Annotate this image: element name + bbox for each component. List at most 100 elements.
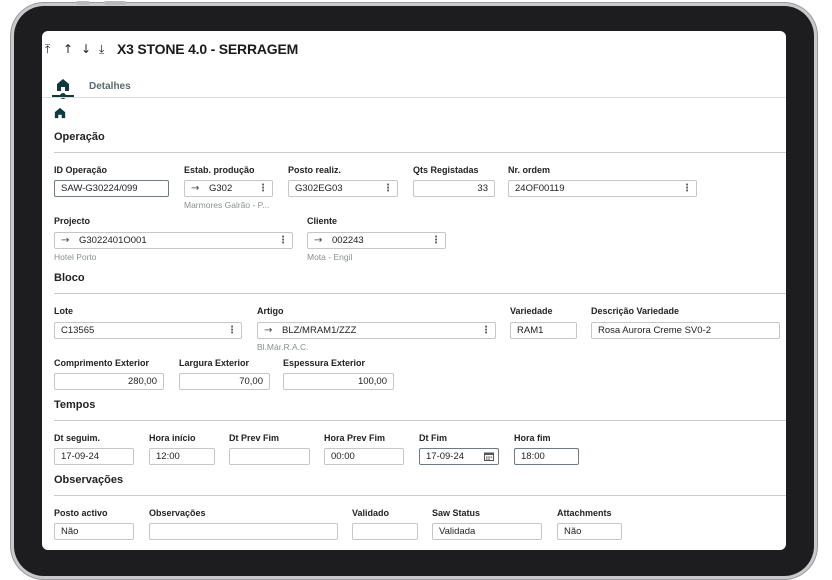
observacoes-field[interactable] xyxy=(149,523,338,540)
hora-prev-fim-label: Hora Prev Fim xyxy=(324,433,386,443)
espessura-exterior-field[interactable]: 100,00 xyxy=(283,373,394,390)
projecto-description: Hotel Porto xyxy=(54,252,97,262)
espessura-exterior-value: 100,00 xyxy=(357,376,387,387)
saw-status-field[interactable]: Validada xyxy=(432,523,542,540)
cliente-value: 002243 xyxy=(332,235,364,246)
attachments-value: Não xyxy=(564,526,582,537)
hora-fim-value: 18:00 xyxy=(521,451,545,462)
volume-button xyxy=(104,1,126,5)
nr-ordem-value: 24OF00119 xyxy=(515,183,565,194)
dt-seguim-value: 17-09-24 xyxy=(61,451,100,462)
dt-fim-field[interactable]: 17-09-24 xyxy=(419,448,499,465)
largura-exterior-label: Largura Exterior xyxy=(179,358,250,368)
artigo-description: Bl.Már.R.A.C. xyxy=(257,342,309,352)
goto-arrow-icon[interactable]: → xyxy=(314,233,322,248)
cliente-field[interactable]: → 002243 ⋮ xyxy=(307,232,446,249)
id-operacao-field[interactable]: SAW-G30224/099 xyxy=(54,180,169,197)
variedade-value: RAM1 xyxy=(517,325,544,336)
largura-exterior-value: 70,00 xyxy=(239,376,263,387)
posto-activo-value: Não xyxy=(61,526,79,537)
dt-prev-fim-field[interactable] xyxy=(229,448,310,465)
active-tab-dot xyxy=(60,93,66,99)
posto-realiz-field[interactable]: G302EG03 ⋮ xyxy=(288,180,398,197)
tab-home-icon[interactable] xyxy=(56,78,70,92)
section-title-bloco: Bloco xyxy=(54,272,85,284)
nr-ordem-label: Nr. ordem xyxy=(508,165,551,175)
attachments-label: Attachments xyxy=(557,508,612,518)
section-title-operacao: Operação xyxy=(54,131,105,143)
qts-registadas-label: Qts Registadas xyxy=(413,165,479,175)
projecto-label: Projecto xyxy=(54,216,91,226)
hora-inicio-label: Hora início xyxy=(149,433,196,443)
goto-arrow-icon[interactable]: → xyxy=(264,323,272,338)
dt-seguim-label: Dt seguim. xyxy=(54,433,101,443)
app-screen: ⤒ ↑ ↓ ⤓ X3 STONE 4.0 - SERRAGEM Detalhes… xyxy=(42,31,786,550)
variedade-label: Variedade xyxy=(510,306,553,316)
more-options-icon[interactable]: ⋮ xyxy=(227,323,237,338)
id-operacao-label: ID Operação xyxy=(54,165,108,175)
dt-prev-fim-label: Dt Prev Fim xyxy=(229,433,280,443)
projecto-value: G3022401O001 xyxy=(79,235,147,246)
qts-registadas-field[interactable]: 33 xyxy=(413,180,495,197)
posto-activo-field[interactable]: Não xyxy=(54,523,134,540)
section-divider xyxy=(54,420,786,421)
last-record-icon[interactable]: ⤓ xyxy=(99,42,104,57)
validado-label: Validado xyxy=(352,508,390,518)
dt-fim-value: 17-09-24 xyxy=(426,451,465,462)
more-options-icon[interactable]: ⋮ xyxy=(278,233,288,248)
tab-divider xyxy=(42,97,786,98)
artigo-label: Artigo xyxy=(257,306,284,316)
section-title-tempos: Tempos xyxy=(54,399,96,411)
variedade-field[interactable]: RAM1 xyxy=(510,322,577,339)
nr-ordem-field[interactable]: 24OF00119 ⋮ xyxy=(508,180,697,197)
more-options-icon[interactable]: ⋮ xyxy=(481,323,491,338)
cliente-label: Cliente xyxy=(307,216,338,226)
more-options-icon[interactable]: ⋮ xyxy=(682,181,692,196)
estab-producao-field[interactable]: → G302 ⋮ xyxy=(184,180,273,197)
more-options-icon[interactable]: ⋮ xyxy=(258,181,268,196)
posto-realiz-value: G302EG03 xyxy=(295,183,343,194)
cliente-description: Mota - Engil xyxy=(307,252,353,262)
goto-arrow-icon[interactable]: → xyxy=(191,181,199,196)
more-options-icon[interactable]: ⋮ xyxy=(431,233,441,248)
previous-record-icon[interactable]: ↑ xyxy=(63,42,73,56)
section-divider xyxy=(54,293,786,294)
descricao-variedade-value: Rosa Aurora Creme SV0-2 xyxy=(598,325,711,336)
hora-fim-label: Hora fim xyxy=(514,433,551,443)
validado-field[interactable] xyxy=(352,523,418,540)
dt-fim-label: Dt Fim xyxy=(419,433,447,443)
dt-seguim-field[interactable]: 17-09-24 xyxy=(54,448,134,465)
projecto-field[interactable]: → G3022401O001 ⋮ xyxy=(54,232,293,249)
comprimento-exterior-value: 280,00 xyxy=(127,376,157,387)
tab-detalhes[interactable]: Detalhes xyxy=(89,81,131,92)
hora-fim-field[interactable]: 18:00 xyxy=(514,448,579,465)
attachments-field[interactable]: Não xyxy=(557,523,622,540)
goto-arrow-icon[interactable]: → xyxy=(61,233,69,248)
artigo-field[interactable]: → BLZ/MRAM1/ZZZ ⋮ xyxy=(257,322,496,339)
comprimento-exterior-field[interactable]: 280,00 xyxy=(54,373,164,390)
observacoes-label: Observações xyxy=(149,508,206,518)
posto-realiz-label: Posto realiz. xyxy=(288,165,342,175)
first-record-icon[interactable]: ⤒ xyxy=(45,42,50,57)
hora-inicio-field[interactable]: 12:00 xyxy=(149,448,215,465)
section-title-observacoes: Observações xyxy=(54,474,124,486)
estab-producao-label: Estab. produção xyxy=(184,165,255,175)
calendar-icon[interactable] xyxy=(484,452,494,461)
hora-prev-fim-field[interactable]: 00:00 xyxy=(324,448,404,465)
qts-registadas-value: 33 xyxy=(477,183,488,194)
saw-status-value: Validada xyxy=(439,526,476,537)
volume-button xyxy=(76,1,90,5)
lote-field[interactable]: C13565 ⋮ xyxy=(54,322,242,339)
id-operacao-value: SAW-G30224/099 xyxy=(61,183,138,194)
next-record-icon[interactable]: ↓ xyxy=(81,42,91,56)
section-divider xyxy=(54,152,786,153)
section-divider xyxy=(54,495,786,496)
posto-activo-label: Posto activo xyxy=(54,508,108,518)
descricao-variedade-field[interactable]: Rosa Aurora Creme SV0-2 xyxy=(591,322,780,339)
largura-exterior-field[interactable]: 70,00 xyxy=(179,373,270,390)
espessura-exterior-label: Espessura Exterior xyxy=(283,358,366,368)
more-options-icon[interactable]: ⋮ xyxy=(383,181,393,196)
page-title: X3 STONE 4.0 - SERRAGEM xyxy=(117,41,299,57)
saw-status-label: Saw Status xyxy=(432,508,481,518)
breadcrumb-home-icon[interactable] xyxy=(54,107,66,119)
